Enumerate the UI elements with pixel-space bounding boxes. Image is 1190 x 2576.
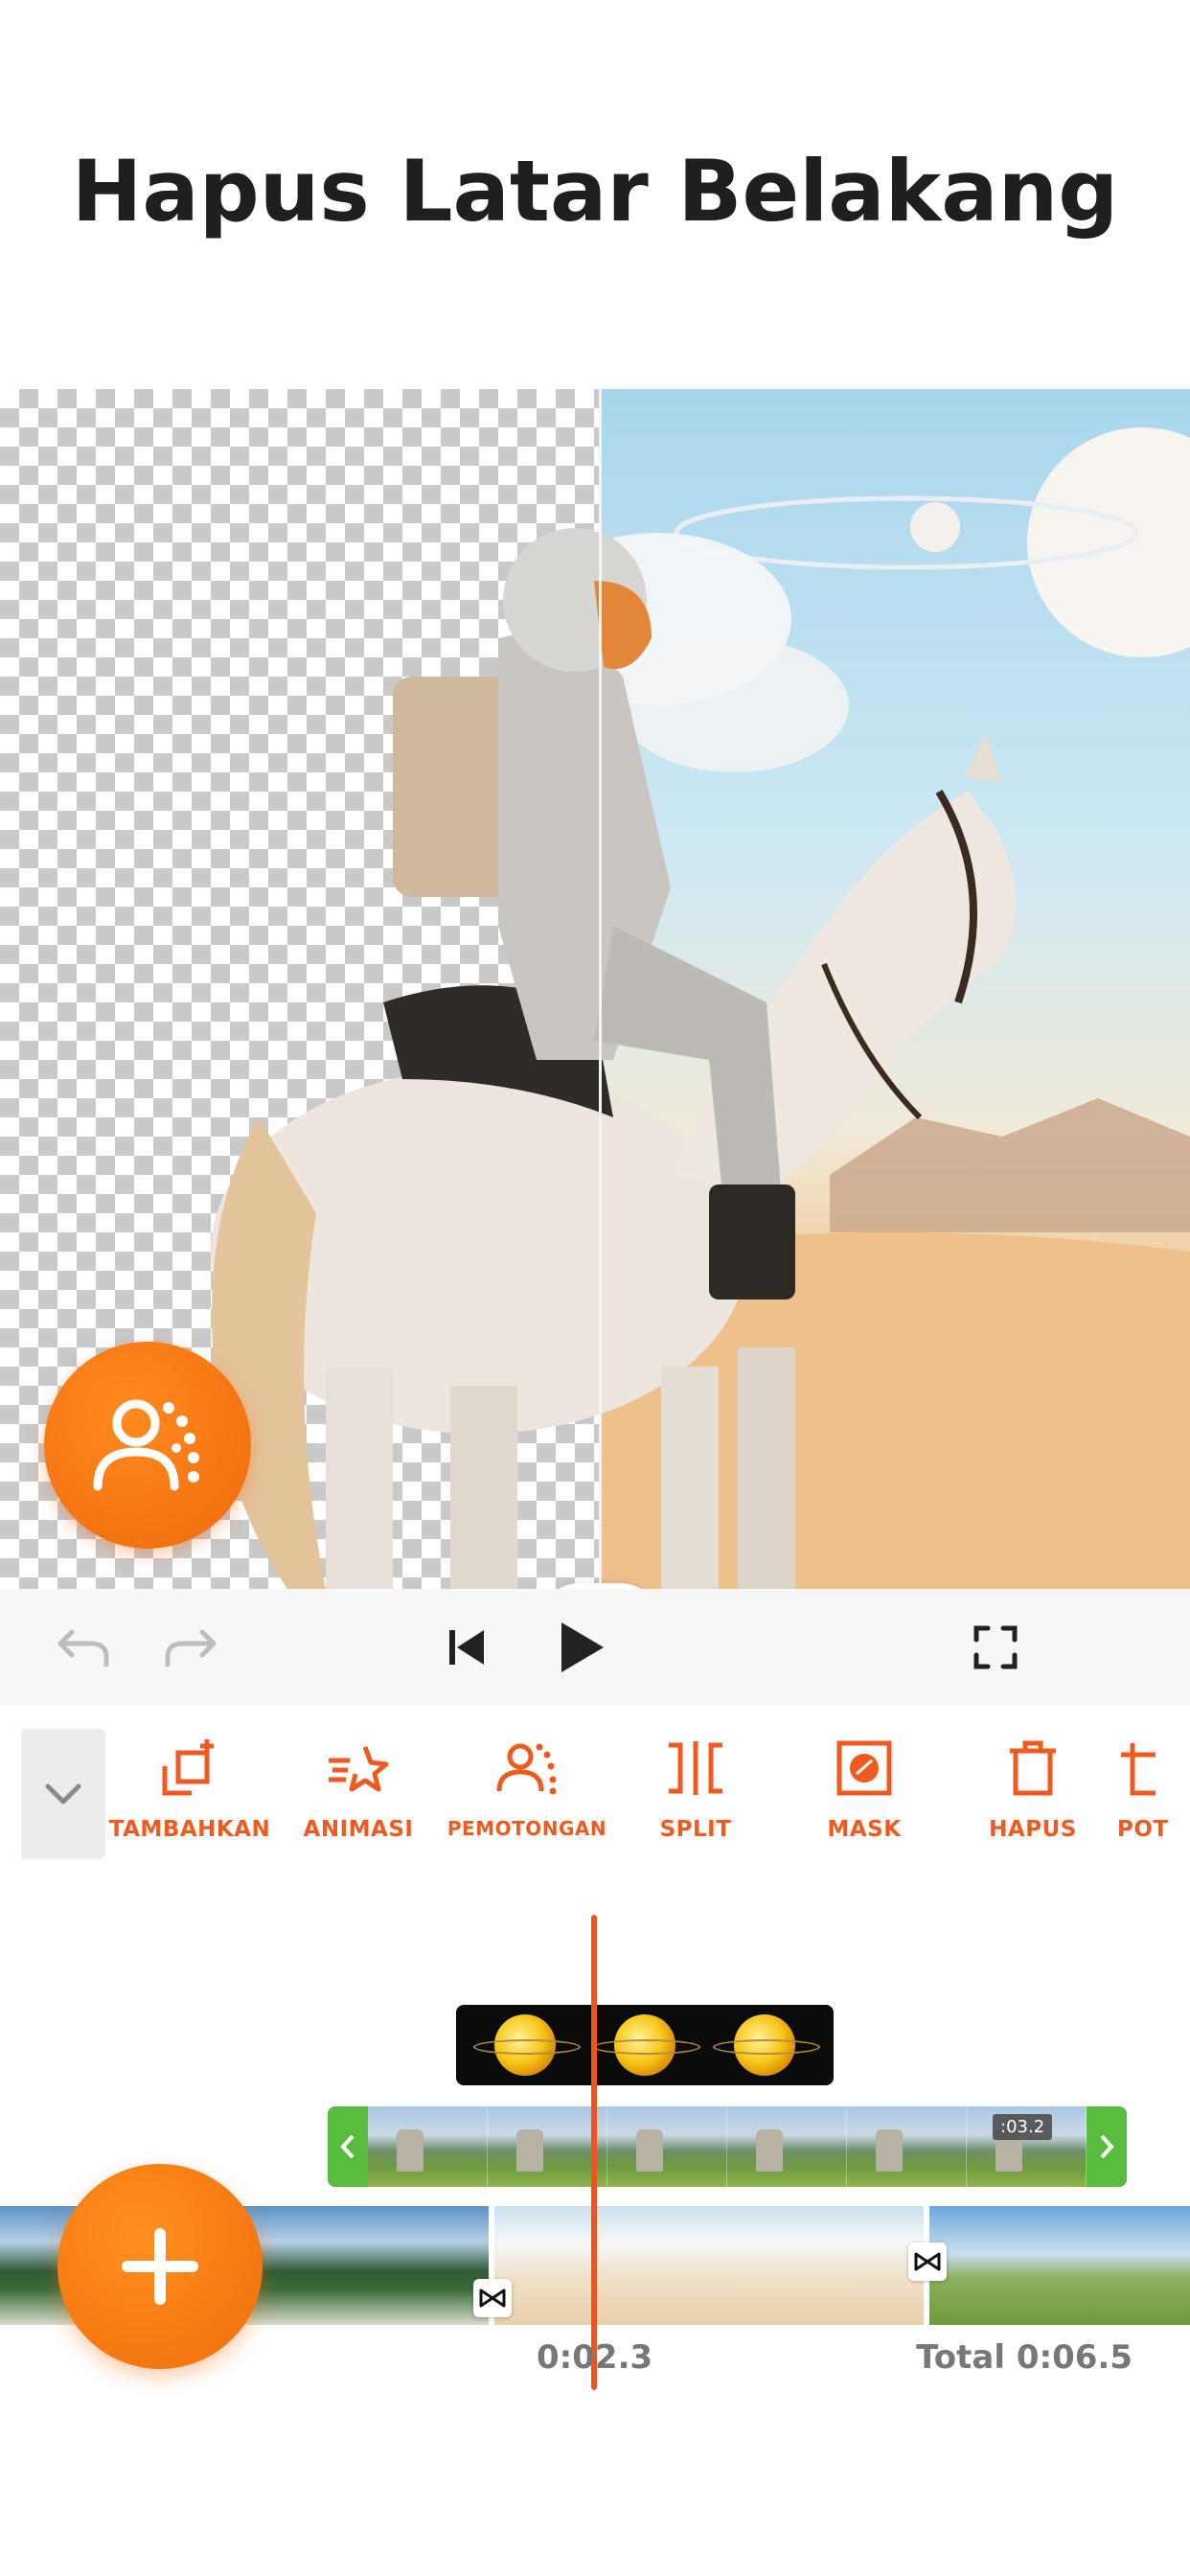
transition-bowtie-icon	[479, 2288, 506, 2308]
compare-divider[interactable]	[599, 389, 602, 1589]
crop-icon	[1117, 1735, 1184, 1802]
sun-sticker-thumbnail	[712, 2014, 820, 2076]
trim-left-handle[interactable]	[328, 2106, 368, 2187]
clip-duration-badge: :03.2	[993, 2114, 1053, 2140]
video-frame-thumbnail	[847, 2106, 967, 2187]
tool-label: SPLIT	[659, 1817, 732, 1842]
desert-clip[interactable]	[494, 2206, 924, 2325]
play-icon	[561, 1622, 604, 1672]
undo-button[interactable]	[50, 1614, 117, 1681]
playhead[interactable]	[591, 1915, 597, 2390]
transition-button[interactable]	[473, 2279, 512, 2317]
tool-pemotongan[interactable]: PEMOTONGAN	[443, 1735, 611, 1859]
tool-hapus[interactable]: HAPUS	[949, 1735, 1117, 1859]
tool-pot[interactable]: POT	[1117, 1735, 1190, 1859]
video-frame-thumbnail	[368, 2106, 488, 2187]
redo-button[interactable]	[157, 1614, 224, 1681]
undo-icon	[57, 1629, 109, 1668]
total-time: Total 0:06.5	[916, 2338, 1133, 2377]
remove-background-button[interactable]	[44, 1342, 251, 1549]
collapse-tools-button[interactable]	[21, 1729, 105, 1859]
add-media-button[interactable]	[57, 2164, 263, 2369]
tool-label: ANIMASI	[303, 1817, 414, 1842]
meadow-clip[interactable]	[929, 2206, 1190, 2325]
overlay-video-track[interactable]: :03.2	[328, 2106, 1127, 2187]
skip-to-start-button[interactable]	[433, 1614, 500, 1681]
add-layer-icon	[156, 1735, 223, 1802]
fullscreen-button[interactable]	[962, 1614, 1029, 1681]
page-headline: Hapus Latar Belakang	[71, 142, 1119, 241]
current-time: 0:02.3	[537, 2338, 653, 2377]
video-frame-thumbnail	[488, 2106, 607, 2187]
edit-tools-bar: TAMBAHKAN ANIMASI PEMOTONGAN SPLIT MASK …	[0, 1706, 1190, 1869]
animation-star-icon	[325, 1735, 392, 1802]
tool-label: POT	[1117, 1817, 1169, 1842]
play-button[interactable]	[548, 1614, 615, 1681]
chevron-left-icon	[340, 2134, 355, 2159]
fullscreen-icon	[973, 1625, 1018, 1669]
tool-label: HAPUS	[989, 1817, 1077, 1842]
redo-icon	[165, 1629, 217, 1668]
plus-icon	[122, 2228, 198, 2305]
skip-to-start-icon	[449, 1630, 484, 1665]
video-frame-thumbnail	[607, 2106, 727, 2187]
tool-animasi[interactable]: ANIMASI	[274, 1735, 443, 1859]
transition-button[interactable]	[908, 2242, 947, 2281]
video-frame-thumbnail	[727, 2106, 847, 2187]
sun-sticker-thumbnail	[592, 2014, 700, 2076]
trash-icon	[999, 1735, 1066, 1802]
tool-label: TAMBAHKAN	[108, 1817, 271, 1842]
transition-bowtie-icon	[914, 2252, 941, 2271]
overlay-frames	[368, 2106, 1087, 2187]
tool-split[interactable]: SPLIT	[611, 1735, 780, 1859]
trim-right-handle[interactable]	[1087, 2106, 1127, 2187]
person-remove-bg-icon	[93, 1399, 199, 1491]
split-icon	[662, 1735, 729, 1802]
chevron-right-icon	[1100, 2134, 1114, 2159]
tool-mask[interactable]: MASK	[780, 1735, 949, 1859]
tool-label: MASK	[827, 1817, 902, 1842]
mask-icon	[831, 1735, 898, 1802]
chevron-down-icon	[45, 1783, 81, 1805]
sticker-track[interactable]	[456, 2005, 834, 2085]
player-controls	[0, 1589, 1190, 1706]
tool-tambahkan[interactable]: TAMBAHKAN	[105, 1735, 274, 1859]
person-cutout-icon	[493, 1735, 561, 1802]
tool-label: PEMOTONGAN	[446, 1817, 607, 1840]
sun-sticker-thumbnail	[473, 2014, 582, 2076]
